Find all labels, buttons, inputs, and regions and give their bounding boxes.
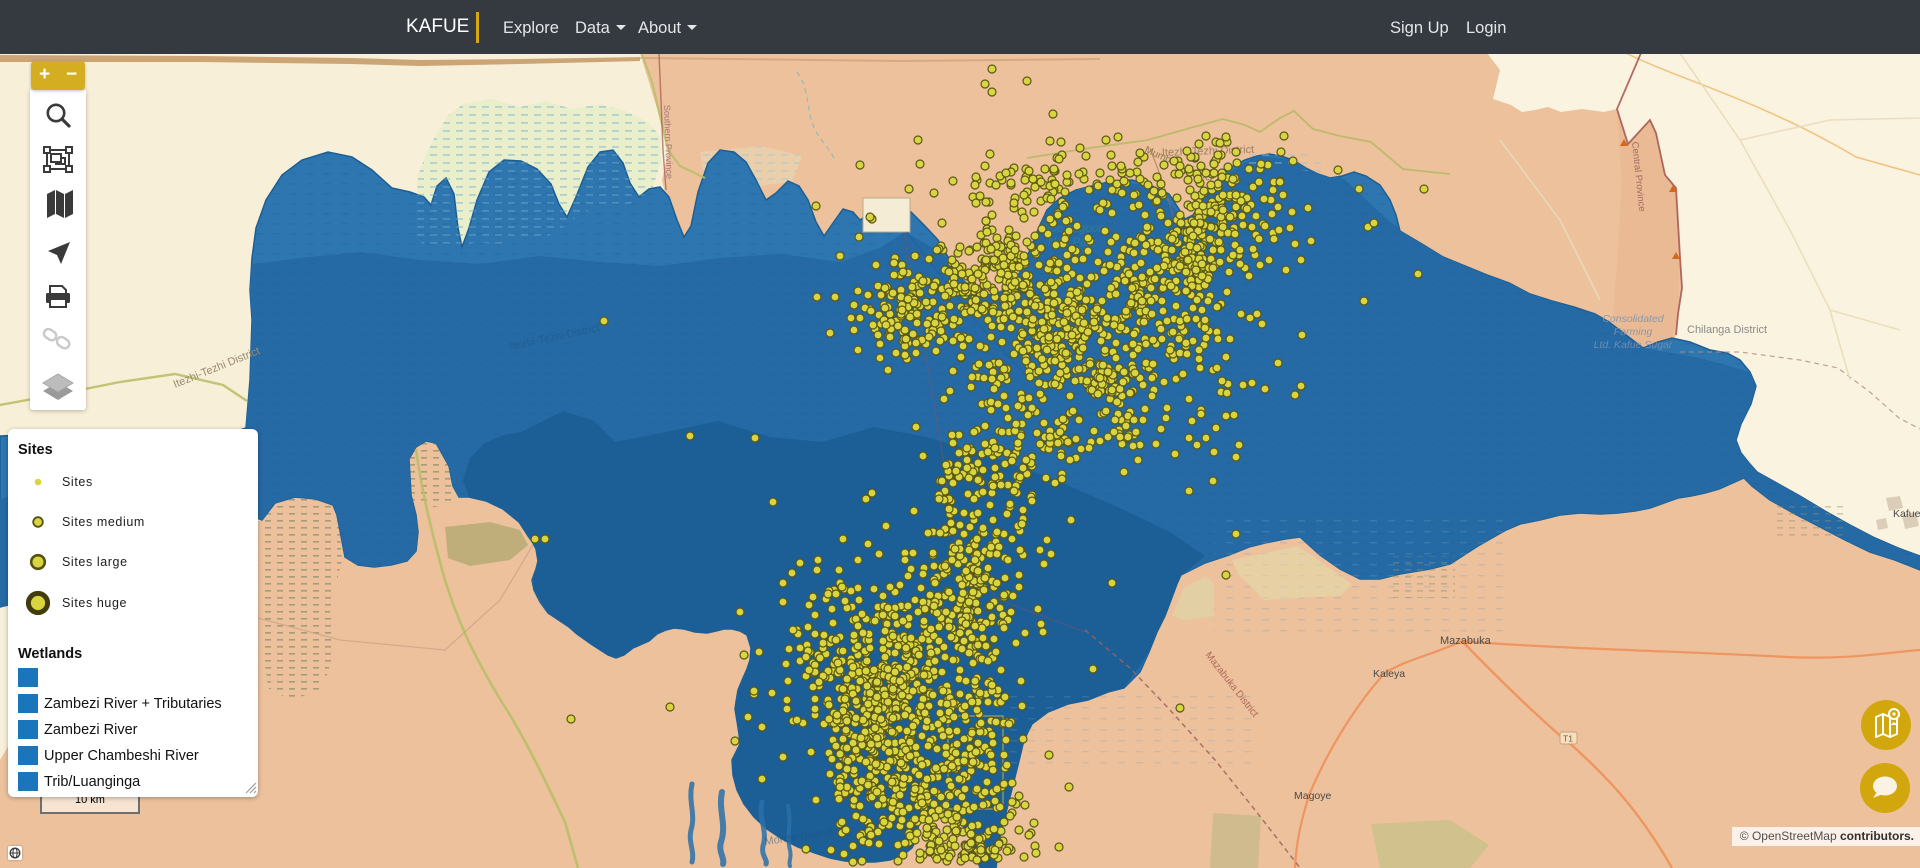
svg-text:Magoye: Magoye	[1294, 790, 1332, 802]
svg-text:T1: T1	[1563, 734, 1573, 744]
svg-text:Consolidated: Consolidated	[1602, 313, 1664, 325]
svg-text:Kaleya: Kaleya	[1373, 668, 1405, 680]
svg-text:Kafue: Kafue	[1893, 508, 1920, 520]
svg-text:Ltd. Kafue Sugar: Ltd. Kafue Sugar	[1594, 339, 1673, 351]
svg-text:Mazabuka: Mazabuka	[1440, 635, 1492, 647]
svg-text:Farming: Farming	[1614, 326, 1653, 338]
svg-text:Chilanga District: Chilanga District	[1687, 324, 1767, 336]
